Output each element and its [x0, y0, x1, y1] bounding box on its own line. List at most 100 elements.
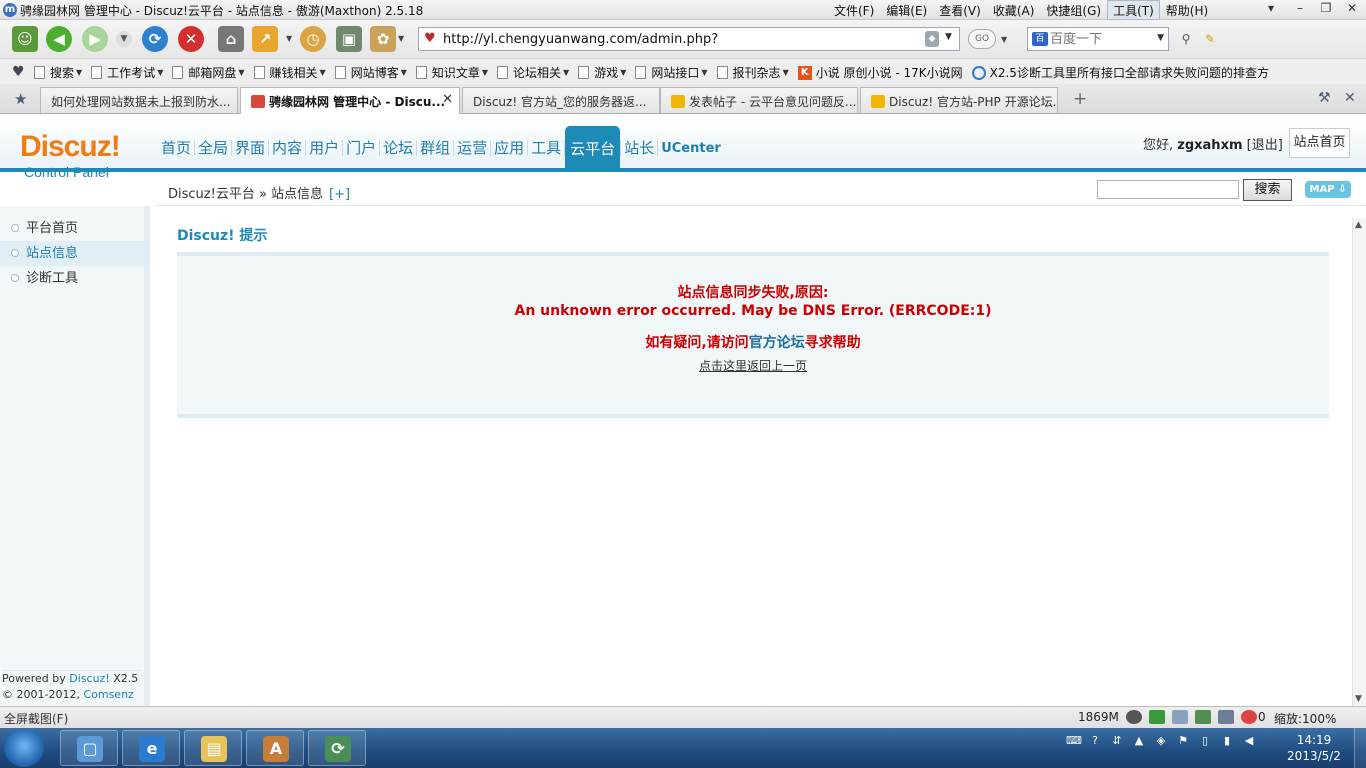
- flag-icon[interactable]: ⚑: [1176, 734, 1190, 748]
- site-home-button[interactable]: 站点首页: [1289, 128, 1350, 158]
- nav-item-10[interactable]: 工具: [528, 130, 564, 168]
- minimize-to-tray-icon[interactable]: ▾: [1258, 0, 1284, 18]
- menu-edit[interactable]: 编辑(E): [880, 0, 933, 20]
- favorite-item[interactable]: 邮箱网盘 ▼: [172, 64, 245, 81]
- new-tab-icon[interactable]: +: [1073, 89, 1087, 109]
- minimize-icon[interactable]: –: [1287, 0, 1313, 18]
- taskbar-app-folder[interactable]: ▤: [184, 730, 242, 766]
- go-button[interactable]: GO: [968, 29, 996, 49]
- nav-item-5[interactable]: 门户: [343, 130, 379, 168]
- wrench-icon[interactable]: ⚒: [1318, 90, 1331, 106]
- nav-item-3[interactable]: 内容: [269, 130, 305, 168]
- logout-link[interactable]: [退出]: [1247, 138, 1283, 153]
- start-button[interactable]: [4, 729, 44, 767]
- favorite-item[interactable]: 游戏 ▼: [578, 64, 626, 81]
- taskbar-app-tool[interactable]: A: [246, 730, 304, 766]
- tab-3[interactable]: Discuz! 官方站_您的服务器返...: [462, 87, 660, 113]
- nav-item-12[interactable]: 站长: [621, 130, 657, 168]
- download-icon[interactable]: [1149, 710, 1165, 724]
- taskbar-app-explorer-window[interactable]: ▢: [60, 730, 118, 766]
- discuz-logo[interactable]: Discuz! Control Panel: [20, 132, 121, 181]
- search-input[interactable]: [1050, 30, 1150, 48]
- nav-item-6[interactable]: 论坛: [380, 130, 416, 168]
- menu-tools[interactable]: 工具(T): [1107, 0, 1160, 20]
- nav-item-0[interactable]: 首页: [158, 130, 194, 168]
- map-button[interactable]: MAP ⇩: [1305, 181, 1351, 198]
- highlight-icon[interactable]: ✎: [1200, 29, 1220, 49]
- favorite-item[interactable]: 论坛相关 ▼: [497, 64, 569, 81]
- nav-item-11[interactable]: 云平台: [565, 126, 621, 168]
- menu-groups[interactable]: 快捷组(G): [1040, 0, 1107, 20]
- stop-icon[interactable]: ✕: [178, 26, 204, 52]
- close-all-icon[interactable]: ✕: [1344, 90, 1356, 106]
- cp-search-button[interactable]: 搜索: [1243, 179, 1292, 201]
- network-signal-icon[interactable]: ▮: [1220, 734, 1234, 748]
- sidebar-item-diagnostics[interactable]: 诊断工具: [0, 266, 150, 291]
- url-input[interactable]: [443, 30, 923, 48]
- menu-file[interactable]: 文件(F): [828, 0, 880, 20]
- menu-help[interactable]: 帮助(H): [1160, 0, 1214, 20]
- scroll-up-icon[interactable]: ▲: [1355, 220, 1362, 230]
- nav-item-1[interactable]: 全局: [195, 130, 231, 168]
- url-dropdown-icon[interactable]: ▼: [945, 32, 952, 42]
- tab-4[interactable]: 发表帖子 - 云平台意见问题反...: [660, 87, 858, 113]
- back-link[interactable]: 点击这里返回上一页: [177, 358, 1329, 374]
- star-icon[interactable]: ★: [14, 90, 27, 108]
- maximize-icon[interactable]: ❐: [1313, 0, 1339, 18]
- baidu-engine-icon[interactable]: 百: [1032, 32, 1048, 46]
- close-tab-icon[interactable]: ✕: [442, 92, 453, 107]
- keyboard-icon[interactable]: ⌨: [1066, 734, 1082, 748]
- favorites-heart-icon[interactable]: ♥: [12, 64, 25, 80]
- search-icon[interactable]: ⚲: [1176, 29, 1196, 49]
- back-icon[interactable]: ◀: [46, 26, 72, 52]
- help-icon[interactable]: ?: [1088, 734, 1102, 748]
- discuz-link[interactable]: Discuz!: [69, 672, 109, 685]
- address-bar[interactable]: ♥ ◆ ▼: [418, 27, 960, 51]
- vertical-scrollbar[interactable]: ▲ ▼: [1352, 218, 1366, 706]
- favorite-item[interactable]: 赚钱相关 ▼: [253, 64, 326, 81]
- plugins-dropdown-icon[interactable]: ▼: [398, 34, 404, 43]
- security-icon[interactable]: ◈: [1154, 734, 1168, 748]
- tray-icon[interactable]: ⇵: [1110, 734, 1124, 748]
- zoom-level[interactable]: 缩放:100%: [1274, 710, 1336, 727]
- home-icon[interactable]: ⌂: [218, 26, 244, 52]
- usb-icon[interactable]: ▯: [1198, 734, 1212, 748]
- sidebar-item-site-info[interactable]: 站点信息: [0, 241, 150, 266]
- official-forum-link[interactable]: 官方论坛: [749, 335, 805, 351]
- volume-icon[interactable]: ◀: [1242, 734, 1256, 748]
- open-dropdown-icon[interactable]: ▼: [286, 34, 292, 43]
- refresh-icon[interactable]: ⟳: [142, 26, 168, 52]
- open-icon[interactable]: ↗: [252, 26, 278, 52]
- network-icon[interactable]: [1172, 710, 1188, 724]
- history-dropdown-icon[interactable]: ▼: [116, 31, 132, 47]
- sidebar-item-platform-home[interactable]: 平台首页: [0, 216, 150, 241]
- menu-favorites[interactable]: 收藏(A): [987, 0, 1041, 20]
- favorite-item[interactable]: 网站博客 ▼: [334, 64, 407, 81]
- nav-item-2[interactable]: 界面: [232, 130, 268, 168]
- nav-item-9[interactable]: 应用: [491, 130, 527, 168]
- taskbar-app-maxthon[interactable]: ⟳: [308, 730, 366, 766]
- favorite-item[interactable]: 网站接口 ▼: [635, 64, 708, 81]
- memory-release-icon[interactable]: [1126, 710, 1142, 724]
- favorite-item[interactable]: 工作考试 ▼: [91, 64, 163, 81]
- notes-icon[interactable]: [1218, 710, 1234, 724]
- search-engine-box[interactable]: 百 ▼: [1027, 27, 1169, 51]
- cp-search-input[interactable]: [1097, 180, 1239, 199]
- nav-item-7[interactable]: 群组: [417, 130, 453, 168]
- fullscreen-capture-label[interactable]: 全屏截图(F): [4, 710, 68, 727]
- forward-icon[interactable]: ▶: [82, 26, 108, 52]
- favorite-item[interactable]: K 小说 原创小说 - 17K小说网: [797, 64, 963, 81]
- favorite-item[interactable]: X2.5诊断工具里所有接口全部请求失败问题的排查方: [971, 64, 1269, 81]
- nav-item-4[interactable]: 用户: [306, 130, 342, 168]
- engine-dropdown-icon[interactable]: ▼: [1157, 33, 1164, 43]
- tab-1[interactable]: 如何处理网站数据未上报到防水...: [40, 87, 238, 113]
- clock-icon[interactable]: ◷: [300, 26, 326, 52]
- nav-item-8[interactable]: 运营: [454, 130, 490, 168]
- show-desktop-button[interactable]: [1354, 728, 1366, 768]
- taskbar-app-ie[interactable]: e: [122, 730, 180, 766]
- security-shield-icon[interactable]: ◆: [925, 31, 939, 47]
- nav-item-13[interactable]: UCenter: [658, 130, 724, 168]
- favorite-item[interactable]: 报刊杂志 ▼: [716, 64, 789, 81]
- memory-usage[interactable]: 1869M: [1078, 710, 1119, 724]
- add-shortcut-link[interactable]: [+]: [329, 187, 350, 202]
